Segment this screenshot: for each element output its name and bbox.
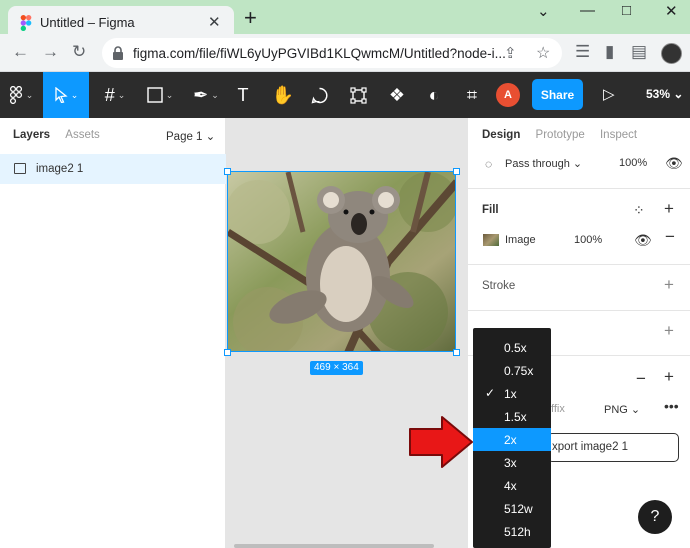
move-tool-icon[interactable]: ⌄ (43, 72, 89, 118)
export-scale-menu: 0.5x 0.75x ✓ 1x 1.5x 2x 3x 4x 512w 512h (473, 328, 551, 548)
sidebar-icon[interactable]: ▮ (605, 42, 614, 62)
tab-inspect[interactable]: Inspect (600, 129, 637, 141)
fill-type-label[interactable]: Image (505, 234, 536, 246)
user-avatar[interactable]: A (496, 83, 520, 107)
share-page-icon[interactable]: ⇪ (504, 44, 517, 62)
fill-opacity[interactable]: 100% (574, 234, 602, 246)
browser-profile-avatar[interactable] (661, 43, 682, 64)
remove-export-icon[interactable]: − (636, 370, 646, 387)
image-fill-swatch[interactable] (483, 234, 499, 246)
component-icon[interactable] (344, 72, 372, 118)
menu-item-2x[interactable]: 2x (473, 428, 551, 451)
resize-handle[interactable] (224, 168, 231, 175)
menu-item-0-75x[interactable]: 0.75x (473, 359, 551, 382)
blend-mode-select[interactable]: Pass through ⌄ (505, 157, 582, 170)
add-effect-icon[interactable]: + (664, 322, 674, 339)
present-play-icon[interactable]: ▷ (603, 85, 615, 103)
blend-drop-icon: ◌ (485, 157, 493, 171)
add-fill-icon[interactable]: + (664, 200, 674, 217)
reading-list-icon[interactable]: ☰ (575, 42, 590, 62)
tab-design[interactable]: Design (482, 129, 520, 141)
comment-tool-icon[interactable] (305, 72, 333, 118)
image-layer-icon (14, 163, 26, 174)
extensions-icon[interactable]: ▤ (631, 42, 647, 62)
menu-item-0-5x[interactable]: 0.5x (473, 336, 551, 359)
hand-tool-icon[interactable]: ✋ (268, 72, 298, 118)
remove-fill-icon[interactable]: − (665, 228, 675, 245)
layer-row[interactable]: image2 1 (0, 154, 226, 184)
zoom-level[interactable]: 53% ⌄ (646, 87, 683, 101)
tab-layers[interactable]: Layers (13, 129, 50, 141)
resize-handle[interactable] (453, 349, 460, 356)
format-select[interactable]: PNG ⌄ (604, 403, 640, 416)
bookmark-star-icon[interactable]: ☆ (536, 43, 550, 63)
pen-tool-icon[interactable]: ✒ ⌄ (185, 72, 227, 118)
menu-item-1-5x[interactable]: 1.5x (473, 405, 551, 428)
page-selector[interactable]: Page 1 ⌄ (166, 129, 215, 143)
layer-name: image2 1 (36, 163, 84, 175)
minimize-icon[interactable]: — (580, 2, 595, 19)
window-close-icon[interactable]: ✕ (665, 2, 678, 20)
canvas[interactable]: 469 × 364 (224, 118, 467, 548)
lock-icon (113, 46, 123, 60)
figma-favicon-icon (20, 15, 32, 31)
tab-search-icon[interactable]: ⌄ (537, 2, 550, 20)
checkmark-icon: ✓ (485, 386, 496, 400)
export-button[interactable]: xport image2 1 (547, 433, 679, 462)
maximize-icon[interactable]: □ (622, 2, 631, 19)
resize-handle[interactable] (453, 168, 460, 175)
visibility-eye-icon[interactable]: 👁 (665, 156, 683, 170)
annotation-arrow-icon (409, 416, 473, 468)
assets-icon[interactable]: ❖ (383, 72, 411, 118)
style-grid-icon[interactable]: ⁘ (633, 203, 645, 217)
menu-item-3x[interactable]: 3x (473, 451, 551, 474)
menu-item-512w[interactable]: 512w (473, 497, 551, 520)
figma-toolbar: ⌄ ⌄ # ⌄ ⌄ ✒ ⌄ T ✋ ❖ ◐ ⌗ A Share ▷ 53% ⌄ (0, 72, 690, 118)
new-tab-button[interactable]: + (244, 7, 257, 29)
text-tool-icon[interactable]: T (230, 72, 256, 118)
back-icon[interactable]: ← (12, 42, 29, 62)
divider (468, 310, 690, 311)
url-text: figma.com/file/fiWL6yUyPGVIBd1KLQwmcM/Un… (133, 46, 506, 61)
frame-tool-icon[interactable]: # ⌄ (95, 72, 135, 118)
menu-item-512h[interactable]: 512h (473, 520, 551, 543)
fill-section-title: Fill (482, 204, 499, 216)
resize-handle[interactable] (224, 349, 231, 356)
horizontal-scrollbar[interactable] (234, 544, 434, 548)
reload-icon[interactable]: ↻ (72, 42, 86, 62)
forward-icon[interactable]: → (42, 42, 59, 62)
tab-prototype[interactable]: Prototype (536, 129, 585, 141)
more-options-icon[interactable]: ••• (664, 399, 679, 413)
add-export-icon[interactable]: + (664, 368, 674, 385)
share-button[interactable]: Share (532, 79, 583, 110)
fill-eye-icon[interactable]: 👁 (634, 233, 652, 247)
menu-item-4x[interactable]: 4x (473, 474, 551, 497)
menu-item-1x[interactable]: ✓ 1x (473, 382, 551, 405)
browser-nav-bar: ← → ↻ figma.com/file/fiWL6yUyPGVIBd1KLQw… (0, 34, 690, 72)
layers-panel: Layers Assets Page 1 ⌄ image2 1 (0, 118, 226, 548)
contrast-icon[interactable]: ◐ (420, 72, 448, 118)
divider (468, 188, 690, 189)
layer-opacity[interactable]: 100% (619, 157, 647, 169)
divider (468, 264, 690, 265)
koala-image[interactable] (227, 171, 456, 352)
add-stroke-icon[interactable]: + (664, 276, 674, 293)
address-bar[interactable]: figma.com/file/fiWL6yUyPGVIBd1KLQwmcM/Un… (102, 38, 562, 68)
suffix-input[interactable]: ffix (551, 403, 565, 415)
help-button[interactable]: ? (638, 500, 672, 534)
crop-icon[interactable]: ⌗ (458, 72, 486, 118)
stroke-section-title: Stroke (482, 280, 516, 292)
rectangle-tool-icon[interactable]: ⌄ (140, 72, 180, 118)
tab-assets[interactable]: Assets (65, 129, 100, 141)
figma-menu-icon[interactable]: ⌄ (0, 72, 42, 118)
tab-close-icon[interactable]: ✕ (208, 13, 221, 31)
tab-title: Untitled – Figma (40, 15, 135, 30)
dimension-badge: 469 × 364 (310, 361, 363, 375)
